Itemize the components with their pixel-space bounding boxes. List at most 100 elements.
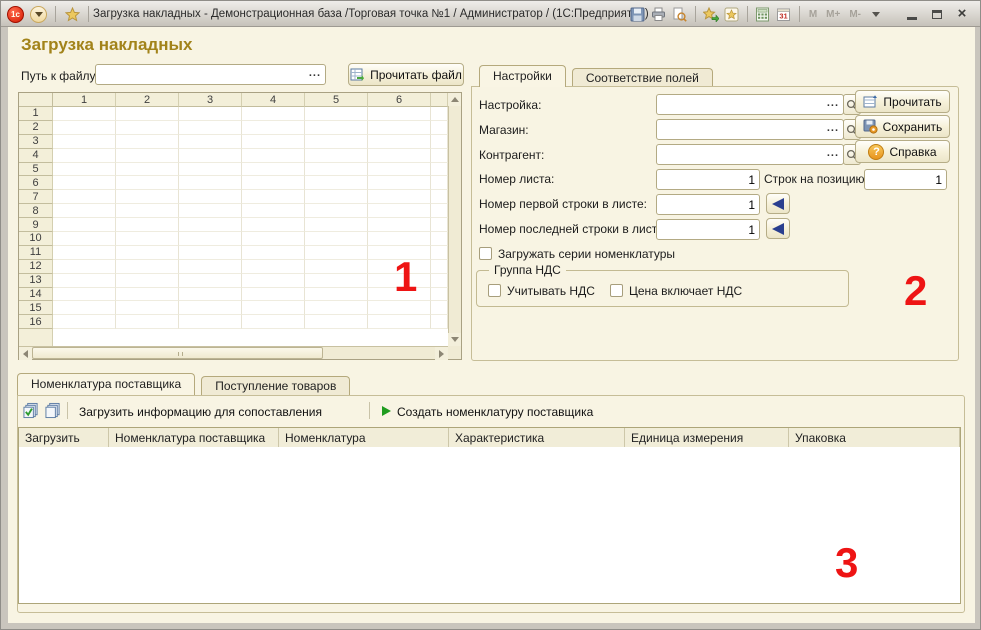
grid-cell[interactable] [53,204,116,218]
grid-cell[interactable] [179,288,242,302]
rows-per-position-input[interactable]: 1 [864,169,947,190]
grid-cell[interactable] [305,246,368,260]
grid-cell[interactable] [179,246,242,260]
settings-tab-1[interactable]: Соответствие полей [572,68,713,87]
price-includes-vat-checkbox[interactable] [610,284,623,297]
grid-cell[interactable] [305,121,368,135]
grid-cell[interactable] [53,301,116,315]
grid-cell[interactable] [368,301,431,315]
grid-cell[interactable] [116,135,179,149]
grid-cell[interactable] [368,204,431,218]
grid-cell[interactable] [242,135,305,149]
grid-cell[interactable] [242,288,305,302]
grid-row-header[interactable]: 6 [19,176,53,190]
grid-cell[interactable] [305,288,368,302]
grid-column-header[interactable]: 3 [179,93,242,107]
grid-cell[interactable] [179,218,242,232]
memory-m-button[interactable]: M [807,9,819,20]
go-to-favorites-icon[interactable] [703,6,719,22]
grid-cell[interactable] [305,232,368,246]
grid-cell[interactable] [116,176,179,190]
grid-column-header[interactable]: 2 [116,93,179,107]
check-all-icon[interactable] [23,402,39,418]
save-icon[interactable] [630,6,646,22]
grid-cell[interactable] [242,218,305,232]
scroll-left-button[interactable] [19,347,32,360]
grid-cell[interactable] [368,218,431,232]
supplier-table-column-3[interactable]: Характеристика [449,428,625,447]
grid-cell[interactable] [242,107,305,121]
grid-cell[interactable] [242,204,305,218]
grid-cell[interactable] [116,246,179,260]
grid-cell[interactable] [242,149,305,163]
uncheck-all-icon[interactable] [45,402,61,418]
grid-cell[interactable] [305,107,368,121]
setting-input[interactable]: ... [656,94,844,115]
grid-cell[interactable] [368,149,431,163]
grid-cell[interactable] [116,274,179,288]
grid-row-header[interactable]: 8 [19,204,53,218]
grid-cell[interactable] [179,204,242,218]
store-input[interactable]: ... [656,119,844,140]
grid-cell[interactable] [116,315,179,329]
calculator-icon[interactable] [755,6,771,22]
print-icon[interactable] [651,6,667,22]
bottom-tab-0[interactable]: Номенклатура поставщика [17,373,195,395]
maximize-button[interactable] [927,5,947,23]
grid-cell[interactable] [53,121,116,135]
grid-row-header[interactable]: 3 [19,135,53,149]
grid-cell[interactable] [242,121,305,135]
supplier-table-column-2[interactable]: Номенклатура [279,428,449,447]
grid-cell[interactable] [305,204,368,218]
grid-cell[interactable] [116,149,179,163]
grid-cell[interactable] [53,149,116,163]
grid-cell[interactable] [305,260,368,274]
supplier-table-column-1[interactable]: Номенклатура поставщика [109,428,279,447]
grid-cell[interactable] [116,204,179,218]
grid-cell[interactable] [116,121,179,135]
grid-cell[interactable] [116,260,179,274]
grid-cell[interactable] [242,190,305,204]
grid-row-header[interactable]: 11 [19,246,53,260]
grid-cell[interactable] [305,149,368,163]
grid-cell[interactable] [305,315,368,329]
grid-cell[interactable] [368,163,431,177]
save-settings-button[interactable]: Сохранить [855,115,950,138]
grid-cell[interactable] [179,163,242,177]
grid-cell[interactable] [116,107,179,121]
grid-cell[interactable] [242,315,305,329]
grid-row-header[interactable]: 12 [19,260,53,274]
help-button[interactable]: ? Справка [855,140,950,163]
supplier-table-column-5[interactable]: Упаковка [789,428,960,447]
close-button[interactable]: × [952,5,972,23]
setting-choose-button[interactable]: ... [825,97,843,112]
grid-cell[interactable] [116,163,179,177]
grid-cell[interactable] [305,176,368,190]
memory-m-minus-button[interactable]: M- [847,9,863,20]
grid-cell[interactable] [179,232,242,246]
grid-cell[interactable] [242,260,305,274]
grid-cell[interactable] [53,107,116,121]
print-preview-icon[interactable] [672,6,688,22]
memory-m-plus-button[interactable]: M+ [824,9,842,20]
add-to-favorites-icon[interactable] [724,6,740,22]
grid-cell[interactable] [53,288,116,302]
load-series-checkbox[interactable] [479,247,492,260]
grid-cell[interactable] [179,135,242,149]
grid-cell[interactable] [53,163,116,177]
bottom-tab-1[interactable]: Поступление товаров [201,376,350,395]
store-choose-button[interactable]: ... [825,122,843,137]
grid-cell[interactable] [368,135,431,149]
toolbar-overflow-button[interactable] [868,6,884,22]
grid-cell[interactable] [242,176,305,190]
main-menu-button[interactable] [30,6,47,23]
grid-cell[interactable] [368,190,431,204]
grid-row-header[interactable]: 16 [19,315,53,329]
read-file-button[interactable]: Прочитать файл [348,63,464,86]
scrollbar-thumb[interactable] [32,347,323,359]
grid-cell[interactable] [305,301,368,315]
supplier-table-column-4[interactable]: Единица измерения [625,428,789,447]
grid-cell[interactable] [53,135,116,149]
grid-cell[interactable] [242,163,305,177]
grid-cell[interactable] [53,260,116,274]
